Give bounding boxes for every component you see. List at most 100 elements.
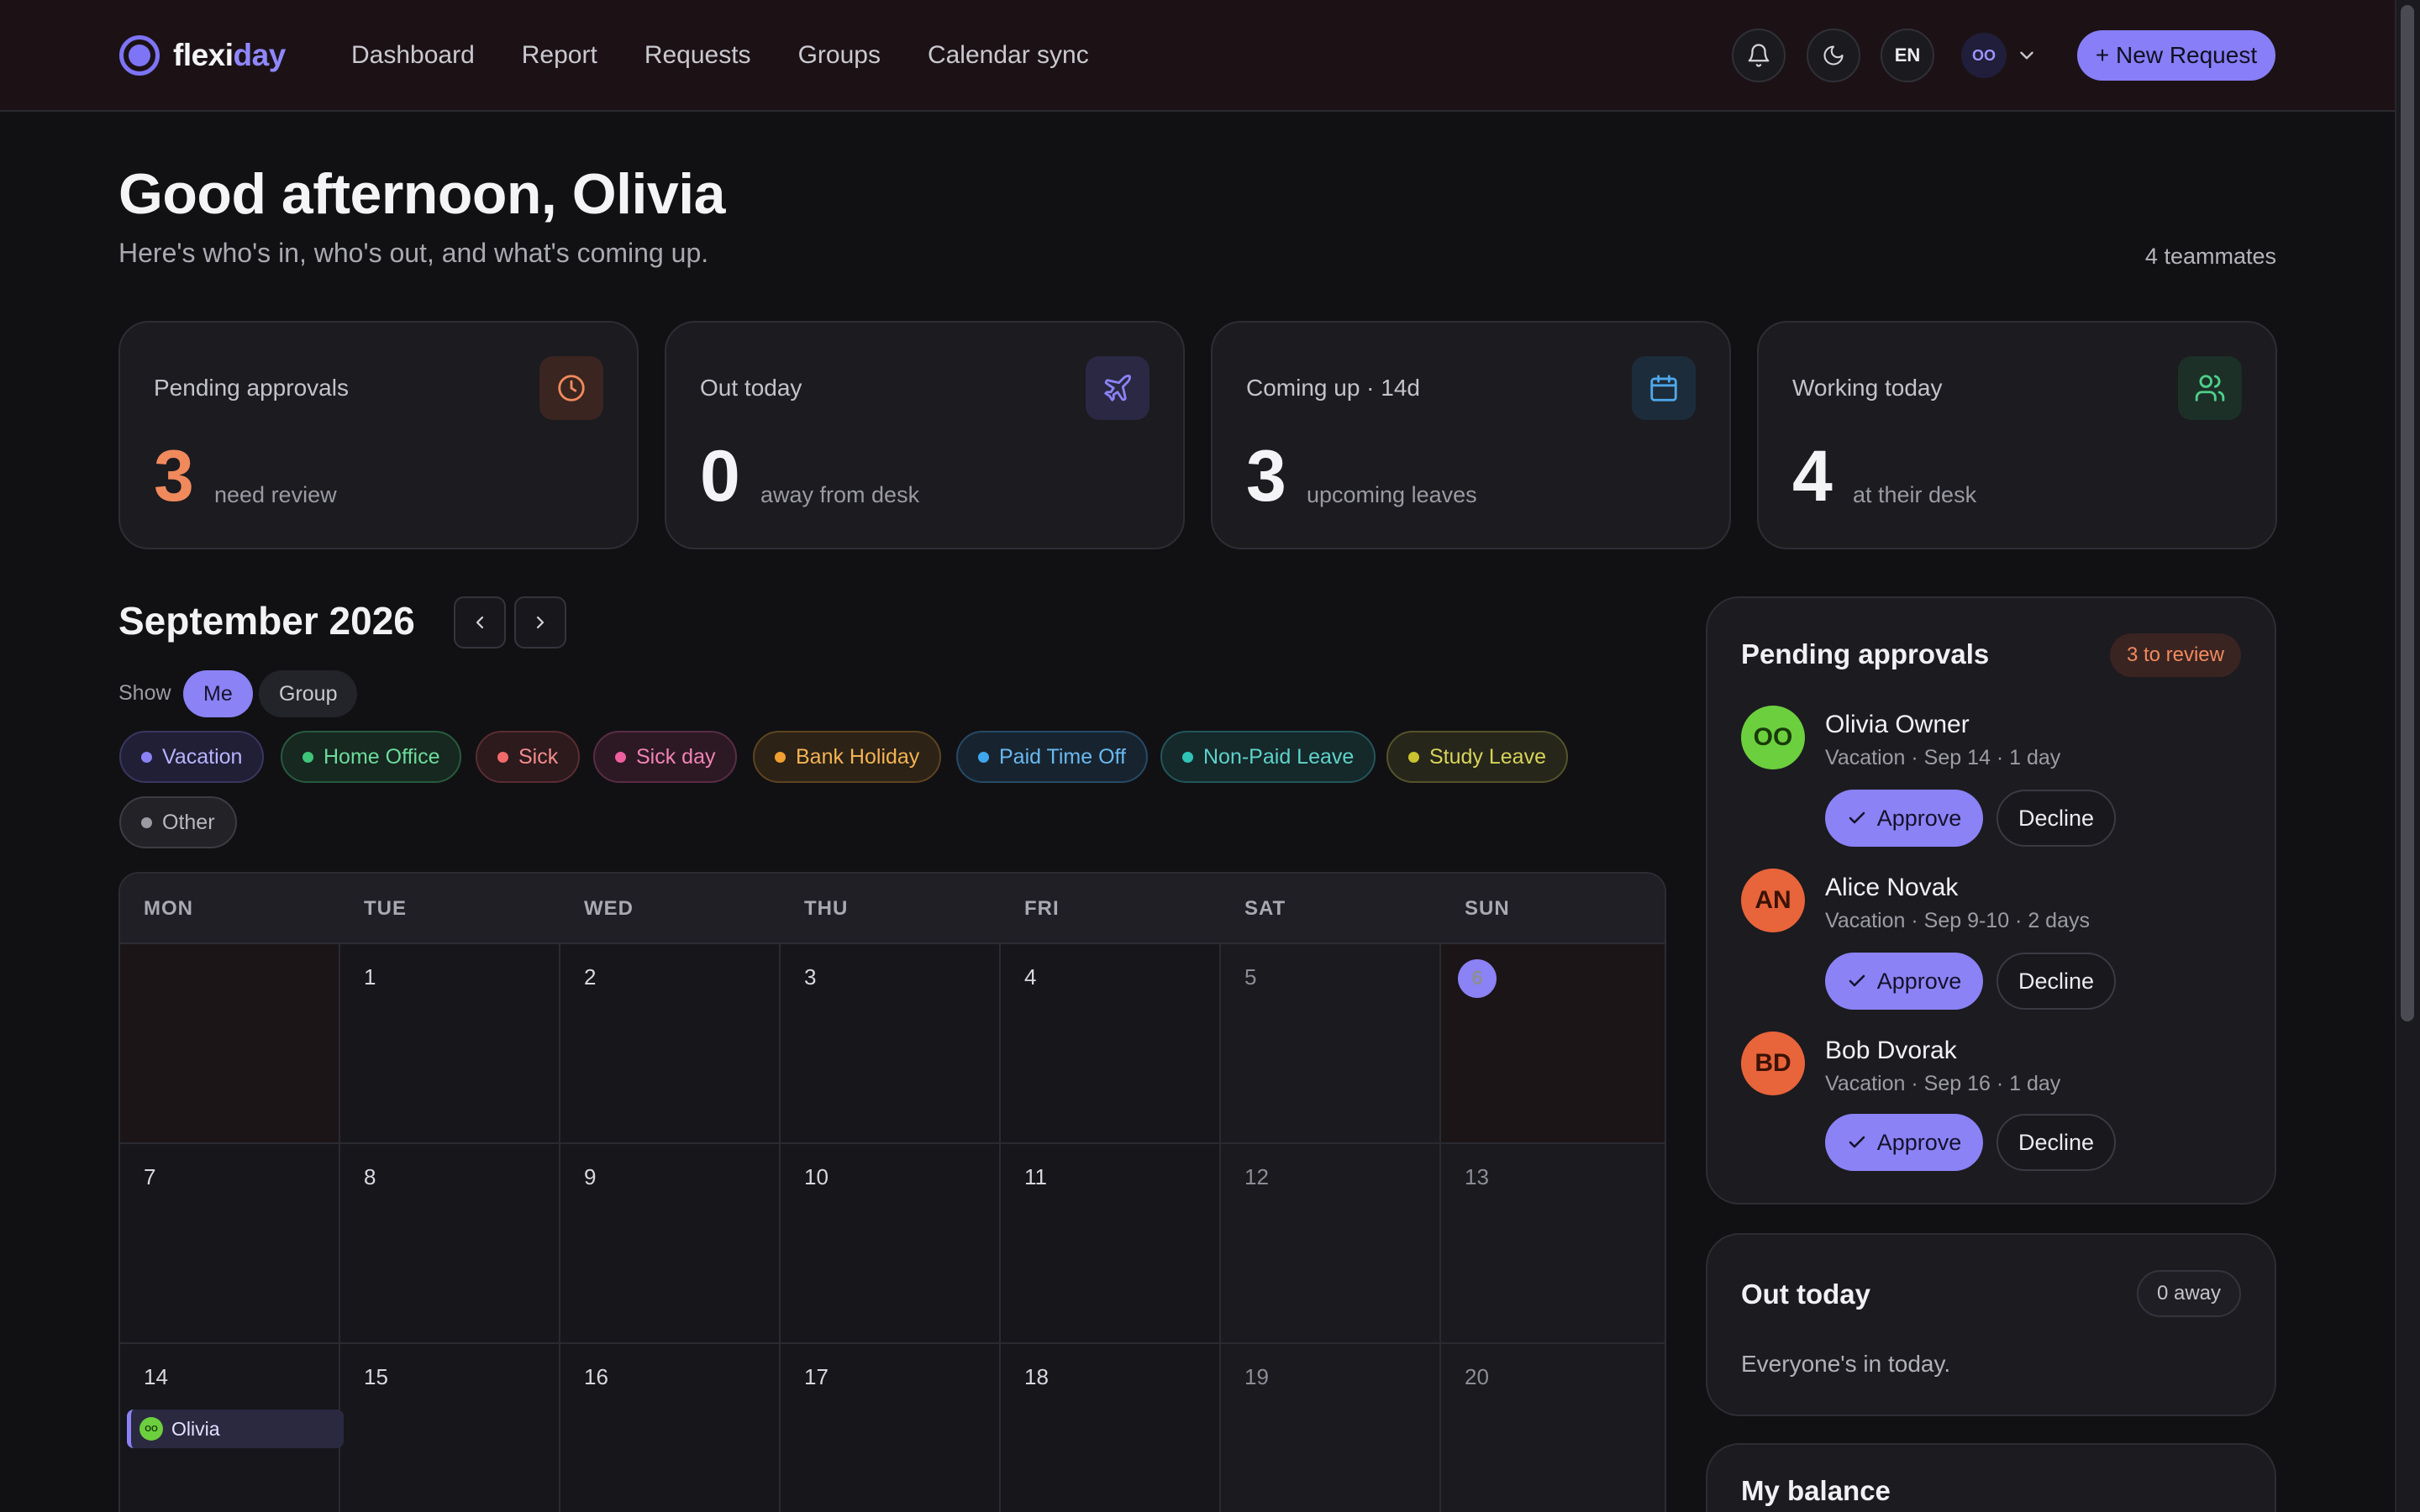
legend-label: Paid Time Off: [999, 744, 1126, 769]
day-number: 17: [804, 1364, 829, 1389]
calendar-day[interactable]: 9: [560, 1144, 781, 1344]
calendar-event-olivia[interactable]: OO Olivia: [127, 1410, 344, 1448]
stat-card-working-today[interactable]: Working today 4 at their desk: [1757, 321, 2277, 549]
calendar-day[interactable]: 20: [1441, 1344, 1665, 1512]
legend-label: Sick: [518, 744, 559, 769]
prev-month-button[interactable]: [454, 596, 506, 648]
legend-bank-holiday[interactable]: Bank Holiday: [753, 731, 942, 783]
scrollbar-thumb[interactable]: [2401, 5, 2414, 1021]
moon-icon: [1823, 45, 1844, 66]
decline-button[interactable]: Decline: [1996, 953, 2116, 1010]
plane-icon: [1086, 356, 1150, 420]
calendar-day[interactable]: 3: [781, 944, 1001, 1144]
main-nav: Dashboard Report Requests Groups Calenda…: [351, 35, 1136, 76]
nav-report[interactable]: Report: [522, 41, 597, 70]
calendar-day[interactable]: 15: [340, 1344, 560, 1512]
calendar-day[interactable]: 17: [781, 1344, 1001, 1512]
calendar-day[interactable]: 7: [120, 1144, 340, 1344]
calendar-day[interactable]: 4: [1001, 944, 1221, 1144]
decline-button[interactable]: Decline: [1996, 790, 2116, 847]
decline-button[interactable]: Decline: [1996, 1114, 2116, 1171]
notifications-button[interactable]: [1732, 29, 1786, 82]
clock-icon: [539, 356, 603, 420]
calendar-day[interactable]: 19: [1221, 1344, 1441, 1512]
legend-sick-day[interactable]: Sick day: [593, 731, 738, 783]
day-number: 14: [144, 1364, 168, 1389]
users-icon: [2178, 356, 2242, 420]
calendar-day[interactable]: 10: [781, 1144, 1001, 1344]
day-number: 16: [584, 1364, 608, 1389]
next-month-button[interactable]: [514, 596, 566, 648]
legend-home-office[interactable]: Home Office: [281, 731, 462, 783]
calendar-grid: MON TUE WED THU FRI SAT SUN 1 2 3 4 5 6 …: [118, 872, 1666, 1512]
stat-card-coming-up[interactable]: Coming up · 14d 3 upcoming leaves: [1211, 321, 1731, 549]
legend-study-leave[interactable]: Study Leave: [1386, 731, 1568, 783]
my-balance-panel: My balance: [1706, 1443, 2276, 1512]
approver-name: Alice Novak: [1825, 874, 1959, 901]
bell-icon: [1748, 44, 1770, 67]
chevron-down-icon[interactable]: [2016, 45, 2038, 66]
day-number: 12: [1244, 1164, 1269, 1189]
new-request-button[interactable]: + New Request: [2077, 30, 2275, 81]
approve-label: Approve: [1876, 805, 1962, 831]
day-number: 10: [804, 1164, 829, 1189]
avatar: AN: [1741, 869, 1805, 932]
nav-dashboard[interactable]: Dashboard: [351, 41, 475, 70]
legend-other[interactable]: Other: [119, 796, 237, 848]
panel-title: Pending approvals: [1741, 638, 1990, 669]
out-today-panel: Out today 0 away Everyone's in today.: [1706, 1233, 2276, 1416]
day-number: 9: [584, 1164, 597, 1189]
avatar: OO: [1741, 706, 1805, 769]
check-icon: [1849, 1136, 1865, 1148]
calendar-day[interactable]: 2: [560, 944, 781, 1144]
nav-groups[interactable]: Groups: [798, 41, 881, 70]
calendar-day[interactable]: 11: [1001, 1144, 1221, 1344]
language-button[interactable]: EN: [1881, 29, 1934, 82]
stat-card-pending-approvals[interactable]: Pending approvals 3 need review: [118, 321, 639, 549]
legend-vacation[interactable]: Vacation: [119, 731, 265, 783]
stat-title: Working today: [1792, 375, 1943, 401]
legend-sick[interactable]: Sick: [476, 731, 581, 783]
weekday-tue: TUE: [364, 897, 407, 920]
stat-unit: upcoming leaves: [1307, 482, 1477, 507]
user-avatar[interactable]: OO: [1961, 33, 2007, 78]
calendar-day[interactable]: 13: [1441, 1144, 1665, 1344]
legend-label: Other: [162, 810, 215, 834]
request-meta: Vacation · Sep 14 · 1 day: [1825, 746, 2061, 769]
panel-title: My balance: [1741, 1475, 1891, 1506]
calendar-day[interactable]: 18: [1001, 1344, 1221, 1512]
day-number: 3: [804, 964, 817, 990]
theme-toggle-button[interactable]: [1807, 29, 1860, 82]
approve-button[interactable]: Approve: [1825, 790, 1983, 847]
calendar-icon: [1632, 356, 1696, 420]
approve-button[interactable]: Approve: [1825, 1114, 1983, 1171]
calendar-day[interactable]: 12: [1221, 1144, 1441, 1344]
chevron-left-icon: [476, 616, 484, 629]
request-meta: Vacation · Sep 16 · 1 day: [1825, 1072, 2061, 1095]
legend-paid-time-off[interactable]: Paid Time Off: [956, 731, 1148, 783]
legend-non-paid-leave[interactable]: Non-Paid Leave: [1160, 731, 1376, 783]
calendar-day-today[interactable]: 6: [1441, 944, 1665, 1144]
calendar-day[interactable]: 5: [1221, 944, 1441, 1144]
nav-requests[interactable]: Requests: [644, 41, 751, 70]
approve-button[interactable]: Approve: [1825, 953, 1983, 1010]
panel-title: Out today: [1741, 1278, 1870, 1310]
calendar-day[interactable]: 1: [340, 944, 560, 1144]
toggle-me[interactable]: Me: [183, 670, 253, 717]
calendar-day-empty: [120, 944, 340, 1144]
check-icon: [1849, 974, 1865, 987]
weekday-sun: SUN: [1465, 897, 1510, 920]
approver-name: Olivia Owner: [1825, 711, 1970, 738]
logo-icon: [119, 35, 160, 76]
app-logo[interactable]: flexiday: [119, 35, 286, 76]
empty-state-message: Everyone's in today.: [1741, 1351, 1951, 1377]
day-number: 19: [1244, 1364, 1269, 1389]
stat-card-out-today[interactable]: Out today 0 away from desk: [665, 321, 1185, 549]
stat-unit: away from desk: [760, 482, 920, 507]
nav-calendar-sync[interactable]: Calendar sync: [928, 41, 1089, 70]
greeting-subtitle: Here's who's in, who's out, and what's c…: [118, 238, 709, 268]
calendar-day[interactable]: 8: [340, 1144, 560, 1344]
calendar-day[interactable]: 16: [560, 1344, 781, 1512]
day-number: 5: [1244, 964, 1257, 990]
toggle-group[interactable]: Group: [259, 670, 358, 717]
